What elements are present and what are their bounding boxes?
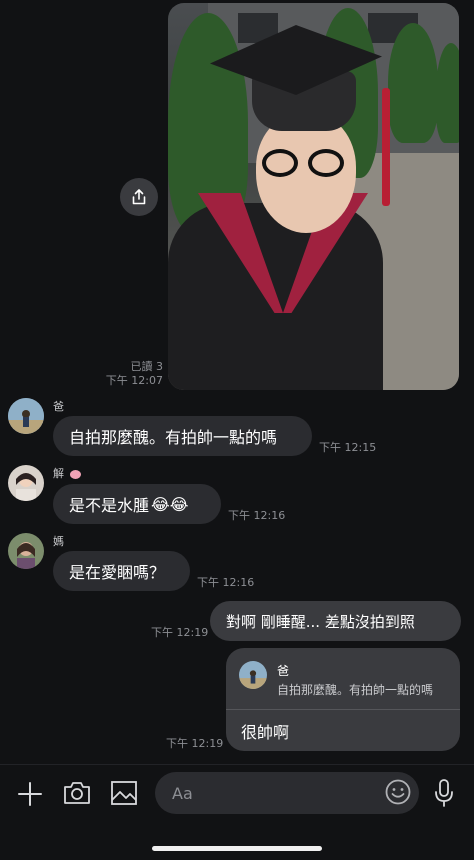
avatar-image [8,465,44,501]
camera-icon [64,782,90,804]
message-time: 下午 12:16 [228,509,286,522]
message-text: 對啊 剛睡醒... 差點沒拍到照 [226,612,415,631]
message-time: 下午 12:15 [319,441,377,454]
message-bubble[interactable]: 自拍那麼醜。有拍帥一點的嗎 [53,416,312,456]
avatar-mom[interactable] [8,533,44,569]
sender-name: 爸 [53,400,64,413]
avatar-image [8,533,44,569]
quoted-message[interactable]: 爸 自拍那麼醜。有拍帥一點的嗎 [226,648,460,710]
pig-icon [69,469,81,479]
gallery-button[interactable] [109,779,139,807]
message-time: 下午 12:16 [197,576,255,589]
message-bubble[interactable]: 是在愛睏嗎？ [53,551,190,591]
sender-name: 解 [53,465,81,481]
avatar-image [8,398,44,434]
message-time: 下午 12:07 [105,374,163,387]
microphone-icon [435,779,453,807]
message-time: 下午 12:19 [166,737,224,750]
avatar-image [239,661,267,689]
outgoing-bubble[interactable]: 對啊 剛睡醒... 差點沒拍到照 [210,601,461,641]
image-icon [111,781,137,805]
emoji-laughing: 😂😂 [151,494,189,514]
photo-bush [388,23,438,143]
message-text: 自拍那麼醜。有拍帥一點的嗎 [69,428,278,447]
share-icon [132,189,146,205]
quoted-sender: 爸 [277,664,290,678]
photo-bush [436,43,459,143]
photo-glasses [262,149,298,177]
voice-button[interactable] [432,778,456,808]
sender-name: 媽 [53,535,64,548]
photo-tassel [382,88,390,206]
reply-bubble[interactable]: 爸 自拍那麼醜。有拍帥一點的嗎 很帥啊 [226,648,460,751]
plus-icon [18,782,42,806]
avatar-dad[interactable] [8,398,44,434]
camera-button[interactable] [62,779,92,807]
message-text: 是在愛睏嗎？ [69,563,166,582]
message-time: 下午 12:19 [151,626,209,639]
graduation-photo[interactable] [168,3,459,390]
share-button[interactable] [120,178,158,216]
smiley-icon [385,779,411,805]
photo-glasses [308,149,344,177]
quoted-avatar [239,661,267,689]
avatar-xie[interactable] [8,465,44,501]
quoted-text: 自拍那麼醜。有拍帥一點的嗎 [277,683,434,697]
message-text: 很帥啊 [241,723,290,742]
home-indicator[interactable] [152,846,322,851]
photo-meta: 已讀 3 下午 12:07 [100,360,163,388]
read-receipt: 已讀 3 [130,360,164,373]
input-placeholder: Aa [172,783,193,803]
message-text: 是不是水腫 [69,496,150,515]
message-input[interactable]: Aa [155,772,419,814]
emoji-button[interactable] [384,778,412,806]
message-bubble[interactable]: 是不是水腫 😂😂 [53,484,221,524]
add-button[interactable] [16,780,44,808]
